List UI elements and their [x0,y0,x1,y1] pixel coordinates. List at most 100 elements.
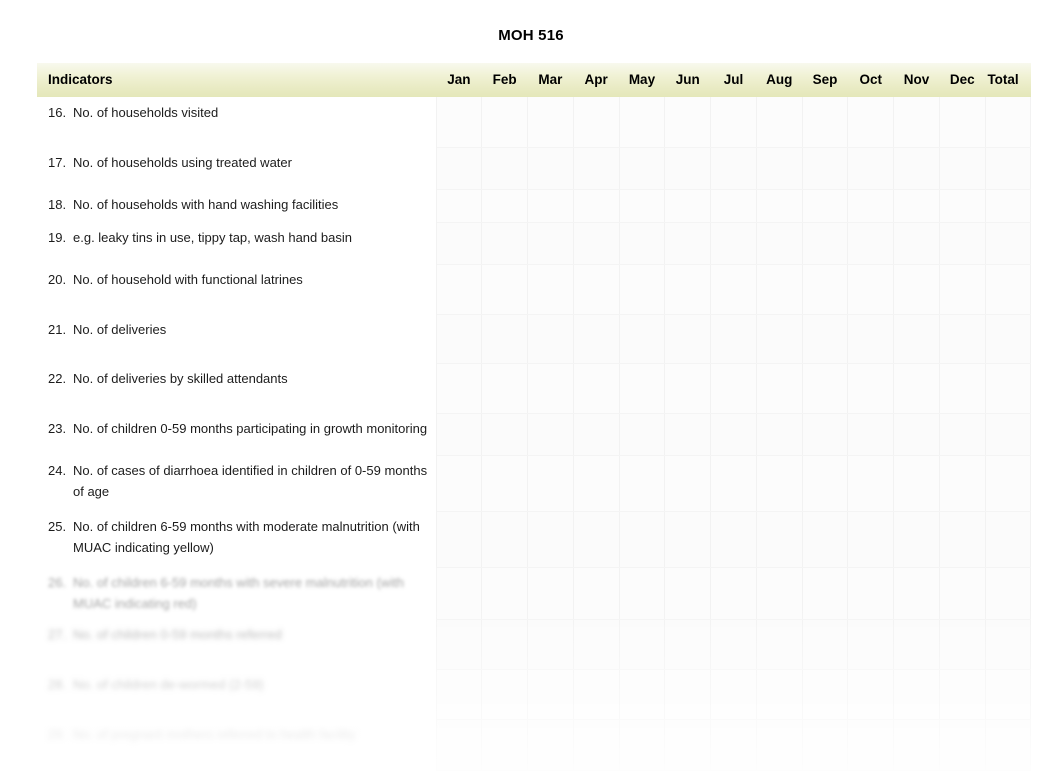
month-cell-apr[interactable] [573,669,620,720]
month-cell-aug[interactable] [756,264,803,315]
month-cell-oct[interactable] [847,189,895,223]
month-cell-jan[interactable] [436,222,483,265]
month-cell-mar[interactable] [527,669,574,720]
month-cell-apr[interactable] [573,314,620,364]
month-cell-aug[interactable] [756,669,803,720]
month-cell-jun[interactable] [664,147,712,190]
month-cell-aug[interactable] [756,363,803,414]
month-cell-jul[interactable] [710,97,757,148]
total-cell[interactable] [985,413,1032,456]
month-cell-apr[interactable] [573,222,620,265]
month-cell-feb[interactable] [481,222,529,265]
total-cell[interactable] [985,222,1032,265]
month-cell-sep[interactable] [802,314,849,364]
month-cell-may[interactable] [619,619,666,670]
total-cell[interactable] [985,455,1032,512]
month-cell-may[interactable] [619,567,666,620]
month-cell-feb[interactable] [481,619,529,670]
month-cell-oct[interactable] [847,413,895,456]
month-cell-jun[interactable] [664,97,712,148]
month-cell-jan[interactable] [436,314,483,364]
month-cell-nov[interactable] [893,413,940,456]
month-cell-feb[interactable] [481,567,529,620]
month-cell-may[interactable] [619,719,666,771]
month-cell-dec[interactable] [939,669,986,720]
month-cell-nov[interactable] [893,222,940,265]
month-cell-sep[interactable] [802,719,849,771]
month-cell-oct[interactable] [847,719,895,771]
month-cell-aug[interactable] [756,619,803,670]
month-cell-aug[interactable] [756,314,803,364]
total-cell[interactable] [985,619,1032,670]
month-cell-nov[interactable] [893,619,940,670]
month-cell-mar[interactable] [527,314,574,364]
month-cell-feb[interactable] [481,455,529,512]
month-cell-may[interactable] [619,669,666,720]
month-cell-feb[interactable] [481,147,529,190]
month-cell-jun[interactable] [664,413,712,456]
month-cell-oct[interactable] [847,619,895,670]
month-cell-mar[interactable] [527,189,574,223]
month-cell-nov[interactable] [893,363,940,414]
month-cell-dec[interactable] [939,719,986,771]
month-cell-jan[interactable] [436,511,483,568]
month-cell-nov[interactable] [893,314,940,364]
month-cell-jun[interactable] [664,363,712,414]
month-cell-jul[interactable] [710,222,757,265]
month-cell-may[interactable] [619,455,666,512]
month-cell-jun[interactable] [664,189,712,223]
month-cell-jan[interactable] [436,147,483,190]
month-cell-mar[interactable] [527,511,574,568]
month-cell-apr[interactable] [573,363,620,414]
month-cell-jun[interactable] [664,222,712,265]
month-cell-dec[interactable] [939,413,986,456]
month-cell-jan[interactable] [436,264,483,315]
month-cell-jun[interactable] [664,455,712,512]
month-cell-oct[interactable] [847,264,895,315]
month-cell-dec[interactable] [939,511,986,568]
month-cell-mar[interactable] [527,222,574,265]
month-cell-jul[interactable] [710,719,757,771]
month-cell-apr[interactable] [573,97,620,148]
month-cell-jul[interactable] [710,413,757,456]
month-cell-apr[interactable] [573,567,620,620]
month-cell-mar[interactable] [527,147,574,190]
month-cell-sep[interactable] [802,363,849,414]
month-cell-apr[interactable] [573,147,620,190]
month-cell-jan[interactable] [436,189,483,223]
month-cell-apr[interactable] [573,511,620,568]
month-cell-aug[interactable] [756,567,803,620]
month-cell-may[interactable] [619,147,666,190]
total-cell[interactable] [985,314,1032,364]
month-cell-jan[interactable] [436,567,483,620]
month-cell-nov[interactable] [893,97,940,148]
month-cell-may[interactable] [619,222,666,265]
month-cell-sep[interactable] [802,413,849,456]
month-cell-jan[interactable] [436,413,483,456]
month-cell-jun[interactable] [664,669,712,720]
month-cell-dec[interactable] [939,314,986,364]
month-cell-jun[interactable] [664,619,712,670]
month-cell-apr[interactable] [573,264,620,315]
total-cell[interactable] [985,97,1032,148]
month-cell-apr[interactable] [573,619,620,670]
month-cell-jul[interactable] [710,147,757,190]
month-cell-may[interactable] [619,363,666,414]
month-cell-apr[interactable] [573,455,620,512]
month-cell-sep[interactable] [802,567,849,620]
month-cell-jun[interactable] [664,264,712,315]
month-cell-may[interactable] [619,314,666,364]
month-cell-sep[interactable] [802,264,849,315]
month-cell-sep[interactable] [802,222,849,265]
month-cell-dec[interactable] [939,455,986,512]
month-cell-jul[interactable] [710,669,757,720]
month-cell-aug[interactable] [756,222,803,265]
month-cell-dec[interactable] [939,147,986,190]
month-cell-nov[interactable] [893,669,940,720]
month-cell-oct[interactable] [847,97,895,148]
month-cell-oct[interactable] [847,314,895,364]
month-cell-jan[interactable] [436,719,483,771]
month-cell-nov[interactable] [893,264,940,315]
month-cell-sep[interactable] [802,619,849,670]
month-cell-jul[interactable] [710,363,757,414]
